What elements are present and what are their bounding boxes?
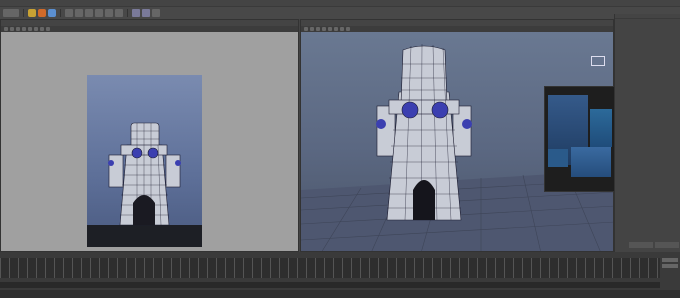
load-attributes-button[interactable] — [655, 242, 679, 248]
shelf-toolbar — [0, 7, 680, 19]
separator — [60, 9, 61, 17]
reference-image-detail — [548, 149, 568, 167]
snap-curve-icon[interactable] — [105, 9, 113, 17]
image-plane — [87, 75, 202, 247]
select-tool-icon[interactable] — [65, 9, 73, 17]
image-plane-icon[interactable] — [16, 27, 20, 31]
time-ticks — [0, 258, 660, 278]
attribute-editor-panel — [614, 14, 680, 252]
viewport-toolbar — [1, 26, 298, 32]
step-button[interactable] — [662, 264, 678, 268]
main-menu-bar — [0, 0, 680, 7]
new-scene-icon[interactable] — [28, 9, 36, 17]
separator — [127, 9, 128, 17]
wireframe-icon[interactable] — [28, 27, 32, 31]
house-model-camera — [108, 122, 181, 226]
save-scene-icon[interactable] — [48, 9, 56, 17]
render-icon[interactable] — [132, 9, 140, 17]
smooth-shade-icon[interactable] — [34, 27, 38, 31]
play-button[interactable] — [662, 258, 678, 262]
side-panel-tabs — [615, 14, 680, 19]
time-slider-area — [0, 252, 680, 298]
snap-grid-icon[interactable] — [95, 9, 103, 17]
time-slider[interactable] — [0, 258, 660, 278]
snap-point-icon[interactable] — [115, 9, 123, 17]
camera-viewport[interactable] — [0, 19, 299, 252]
reference-image-bottom — [571, 147, 611, 177]
select-button[interactable] — [629, 242, 653, 248]
side-panel-buttons — [629, 242, 679, 248]
lasso-tool-icon[interactable] — [75, 9, 83, 17]
reference-image-side — [590, 109, 612, 147]
grid-toggle-icon[interactable] — [22, 27, 26, 31]
paint-select-icon[interactable] — [85, 9, 93, 17]
open-scene-icon[interactable] — [38, 9, 46, 17]
separator — [23, 9, 24, 17]
lights-icon[interactable] — [46, 27, 50, 31]
ipr-render-icon[interactable] — [142, 9, 150, 17]
range-slider[interactable] — [0, 282, 660, 288]
camera-attr-icon[interactable] — [4, 27, 8, 31]
playback-controls — [662, 258, 678, 278]
modeling-menu-set[interactable] — [3, 9, 19, 17]
command-line[interactable] — [0, 290, 680, 298]
textured-icon[interactable] — [40, 27, 44, 31]
bookmark-icon[interactable] — [10, 27, 14, 31]
render-settings-icon[interactable] — [152, 9, 160, 17]
